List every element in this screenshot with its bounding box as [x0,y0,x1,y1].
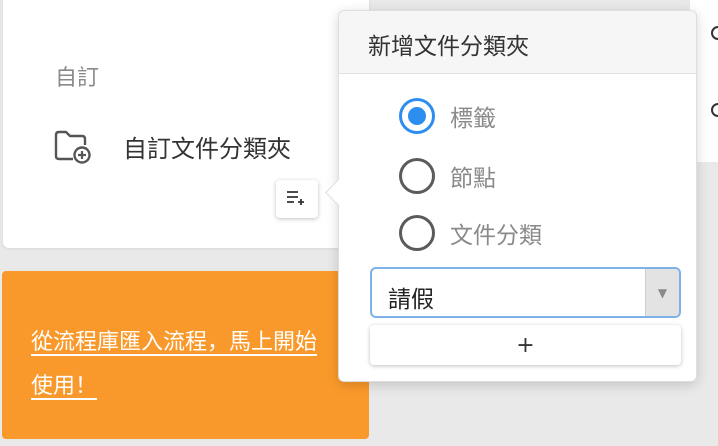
background-radio-icon [711,103,718,117]
radio-label: 標籤 [450,106,496,132]
radio-unchecked-icon[interactable] [399,215,435,251]
folder-add-icon [53,128,93,164]
radio-label: 文件分類 [450,223,542,249]
radio-option-tag[interactable]: 標籤 [399,96,496,136]
background-radio-icon [711,26,718,40]
radio-label: 節點 [450,166,496,192]
add-button[interactable]: + [370,325,681,365]
popover-title: 新增文件分類夾 [368,34,529,60]
import-flow-link[interactable]: 從流程庫匯入流程，馬上開始使用！ [31,321,331,409]
new-folder-popover: 新增文件分類夾 標籤 節點 文件分類 請假 ▼ + [325,10,697,382]
folder-label: 自訂文件分類夾 [123,134,291,163]
popover-header: 新增文件分類夾 [339,11,696,74]
radio-option-document-category[interactable]: 文件分類 [399,213,542,253]
radio-unchecked-icon[interactable] [399,158,435,194]
category-select[interactable]: 請假 ▼ [370,267,681,318]
chevron-down-icon[interactable]: ▼ [645,269,679,316]
select-value: 請假 [388,287,434,313]
playlist-add-icon [286,189,308,209]
radio-checked-icon[interactable] [399,98,435,134]
add-list-button[interactable] [276,180,318,218]
section-label: 自訂 [55,66,100,91]
radio-option-node[interactable]: 節點 [399,156,496,196]
custom-folder-item[interactable]: 自訂文件分類夾 [53,128,291,164]
